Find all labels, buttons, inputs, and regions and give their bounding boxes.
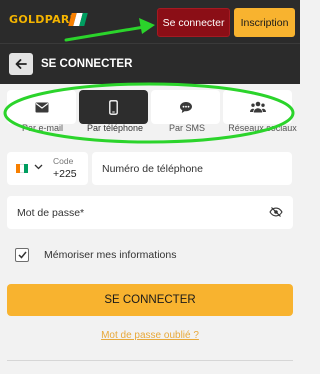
chat-bubble-icon	[179, 101, 192, 113]
forgot-password-link[interactable]: Mot de passe oublié ?	[0, 330, 300, 341]
signup-button[interactable]: Inscription	[234, 8, 295, 37]
login-submit-button[interactable]: SE CONNECTER	[7, 284, 293, 316]
title-bar: SE CONNECTER	[0, 43, 300, 84]
login-panel: Par e-mail Par téléphone Par SMS Réseaux…	[0, 84, 300, 374]
remember-checkbox[interactable]	[15, 248, 29, 262]
remember-label: Mémoriser mes informations	[44, 249, 177, 261]
back-button[interactable]	[9, 53, 33, 75]
logo-flag-icon	[68, 13, 88, 26]
ivory-coast-flag-icon	[16, 164, 28, 173]
phone-input[interactable]: Numéro de téléphone	[92, 152, 292, 185]
tab-labels: Par e-mail Par téléphone Par SMS Réseaux…	[0, 123, 300, 137]
code-label: Code	[53, 156, 74, 166]
login-method-tabs	[7, 90, 300, 124]
password-placeholder: Mot de passe*	[17, 206, 85, 219]
users-icon	[249, 101, 266, 113]
divider	[7, 360, 293, 361]
tab-email[interactable]	[7, 90, 76, 124]
smartphone-icon	[109, 99, 118, 115]
eye-slash-icon[interactable]	[269, 207, 283, 217]
logo[interactable]: GoldPari	[9, 13, 74, 26]
remember-me[interactable]: Mémoriser mes informations	[15, 248, 176, 262]
envelope-icon	[35, 102, 48, 112]
tab-label-sms[interactable]: Par SMS	[169, 123, 205, 133]
code-value: +225	[53, 168, 77, 180]
tab-phone[interactable]	[79, 90, 148, 124]
arrow-left-icon	[15, 59, 27, 69]
tab-label-social[interactable]: Réseaux sociaux	[225, 123, 300, 133]
connect-button[interactable]: Se connecter	[157, 8, 230, 37]
country-code-select[interactable]: Code +225	[7, 152, 88, 185]
page-title: SE CONNECTER	[41, 58, 133, 70]
chevron-down-icon	[34, 164, 43, 170]
top-bar: GoldPari Se connecter Inscription	[0, 0, 300, 43]
check-icon	[17, 251, 27, 259]
password-field[interactable]: Mot de passe*	[7, 196, 293, 229]
tab-label-email[interactable]: Par e-mail	[22, 123, 63, 133]
tab-sms[interactable]	[151, 90, 220, 124]
tab-social[interactable]	[223, 90, 292, 124]
tab-label-phone[interactable]: Par téléphone	[87, 123, 143, 133]
